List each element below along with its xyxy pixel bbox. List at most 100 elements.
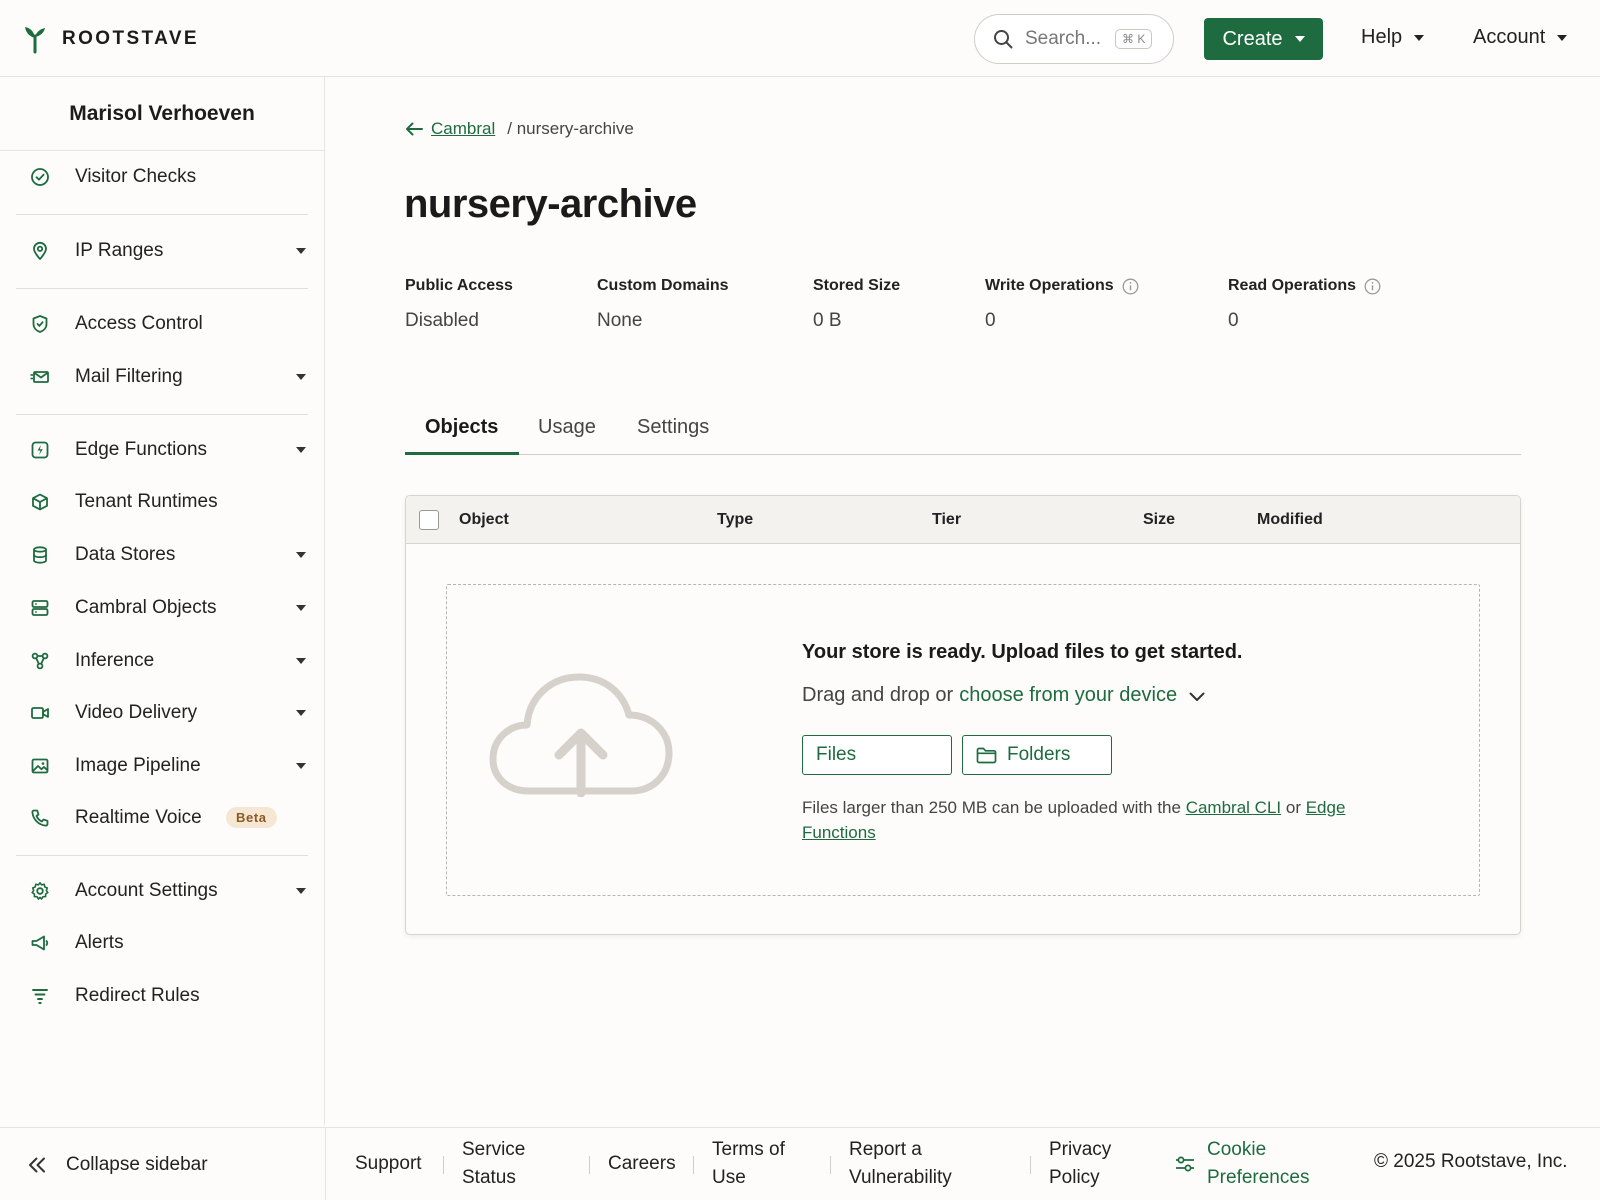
help-label: Help: [1361, 26, 1403, 48]
stat-value: None: [597, 310, 643, 331]
stat-value: Disabled: [405, 310, 479, 331]
stat-value: 0 B: [813, 310, 842, 331]
arrow-left-icon[interactable]: [405, 122, 423, 136]
sidebar-item-label: Image Pipeline: [75, 755, 201, 776]
info-icon[interactable]: [1364, 278, 1381, 295]
chevron-down-icon[interactable]: [1189, 692, 1205, 702]
footer-link-line: Privacy: [1049, 1139, 1112, 1160]
note-or: or: [1285, 798, 1301, 817]
column-header-size[interactable]: Size: [1143, 511, 1175, 529]
sidebar-item-video-delivery[interactable]: Video Delivery: [0, 691, 325, 735]
sidebar-item-label: IP Ranges: [75, 240, 164, 261]
choose-from-device-link[interactable]: choose from your device: [959, 684, 1177, 707]
footer-link-report-vulnerability[interactable]: Report a Vulnerability: [849, 1136, 952, 1192]
dropzone-subtext: Drag and drop or choose from your device: [802, 684, 1205, 707]
sidebar-item-label: Cambral Objects: [75, 597, 217, 618]
sidebar-item-label: Mail Filtering: [75, 366, 183, 387]
footer: Collapse sidebar Support Service Status …: [0, 1127, 1600, 1200]
sidebar-item-access-control[interactable]: Access Control: [0, 302, 325, 346]
brand-logo[interactable]: ROOTSTAVE: [24, 24, 199, 54]
sidebar-item-label: Video Delivery: [75, 702, 198, 723]
sidebar-item-label: Account Settings: [75, 880, 218, 901]
footer-separator: [589, 1156, 590, 1174]
column-header-tier[interactable]: Tier: [932, 511, 961, 529]
stat-label: Stored Size: [813, 277, 901, 294]
search-box[interactable]: Search... ⌘ K: [974, 14, 1174, 64]
table-header: Object Type Tier Size Modified: [406, 496, 1520, 544]
cookie-preferences-label: Cookie Preferences: [1207, 1136, 1309, 1192]
sidebar-divider: [16, 855, 308, 856]
footer-link-support[interactable]: Support: [355, 1150, 422, 1178]
folder-icon: [976, 747, 997, 764]
stat-stored-size: Stored Size 0 B: [813, 276, 900, 332]
footer-link-cookie-preferences[interactable]: Cookie Preferences: [1175, 1136, 1309, 1192]
tab-bar: Objects Usage Settings: [405, 400, 1521, 455]
caret-down-icon: [296, 710, 306, 716]
sprout-logo-icon: [24, 24, 46, 54]
footer-link-service-status[interactable]: Service Status: [462, 1136, 525, 1192]
gear-icon: [30, 881, 50, 901]
map-pin-icon: [30, 241, 50, 261]
footer-link-careers[interactable]: Careers: [608, 1150, 676, 1178]
caret-down-icon: [296, 552, 306, 558]
sidebar-item-label: Data Stores: [75, 544, 176, 565]
footer-link-line: Use: [712, 1167, 746, 1188]
upload-files-button[interactable]: Files: [802, 735, 952, 775]
footer-link-terms[interactable]: Terms of Use: [712, 1136, 785, 1192]
help-menu[interactable]: Help: [1361, 26, 1425, 49]
brand-name: ROOTSTAVE: [62, 28, 200, 49]
sidebar-item-label: Alerts: [75, 932, 124, 953]
stat-custom-domains: Custom Domains None: [597, 276, 729, 332]
sidebar-item-cambral-objects[interactable]: Cambral Objects: [0, 586, 325, 630]
tab-settings[interactable]: Settings: [637, 416, 709, 439]
sidebar-item-realtime-voice[interactable]: Realtime Voice Beta: [0, 796, 325, 840]
footer-divider: [325, 1128, 326, 1200]
sidebar-item-visitor-checks[interactable]: Visitor Checks: [0, 155, 325, 199]
dropzone-heading: Your store is ready. Upload files to get…: [802, 641, 1243, 663]
stat-label: Write Operations: [985, 277, 1114, 294]
sidebar-item-tenant-runtimes[interactable]: Tenant Runtimes: [0, 480, 325, 524]
page-title: nursery-archive: [404, 182, 697, 226]
column-header-object[interactable]: Object: [459, 511, 509, 529]
collapse-sidebar-button[interactable]: Collapse sidebar: [28, 1128, 208, 1200]
account-menu[interactable]: Account: [1473, 26, 1568, 49]
tab-objects[interactable]: Objects: [425, 416, 498, 439]
tab-usage[interactable]: Usage: [538, 416, 596, 439]
footer-link-line: Cookie: [1207, 1139, 1267, 1160]
stat-label: Custom Domains: [597, 277, 729, 294]
sidebar-item-account-settings[interactable]: Account Settings: [0, 869, 325, 913]
sidebar-item-inference[interactable]: Inference: [0, 639, 325, 683]
sidebar-item-redirect-rules[interactable]: Redirect Rules: [0, 974, 325, 1018]
search-icon: [993, 29, 1013, 49]
sidebar-item-edge-functions[interactable]: Edge Functions: [0, 428, 325, 472]
create-label: Create: [1222, 27, 1283, 50]
stat-write-operations: Write Operations 0: [985, 276, 1139, 332]
sidebar-item-alerts[interactable]: Alerts: [0, 921, 325, 965]
column-header-modified[interactable]: Modified: [1257, 511, 1323, 529]
sidebar-item-ip-ranges[interactable]: IP Ranges: [0, 229, 325, 273]
double-chevron-left-icon: [28, 1157, 46, 1173]
cloud-upload-icon: [489, 673, 673, 797]
select-all-checkbox[interactable]: [419, 510, 439, 530]
upload-folders-button[interactable]: Folders: [962, 735, 1112, 775]
cambral-cli-link[interactable]: Cambral CLI: [1186, 798, 1281, 817]
check-circle-icon: [30, 167, 50, 187]
sidebar-item-label: Inference: [75, 650, 155, 671]
sidebar-item-data-stores[interactable]: Data Stores: [0, 533, 325, 577]
sidebar-divider: [16, 414, 308, 415]
info-icon[interactable]: [1122, 278, 1139, 295]
footer-link-privacy-policy[interactable]: Privacy Policy: [1049, 1136, 1111, 1192]
upload-dropzone[interactable]: Your store is ready. Upload files to get…: [446, 584, 1480, 896]
sidebar-item-label: Access Control: [75, 313, 203, 334]
breadcrumb-parent-link[interactable]: Cambral: [431, 119, 495, 139]
collapse-sidebar-label: Collapse sidebar: [66, 1153, 208, 1175]
create-button[interactable]: Create: [1204, 18, 1323, 60]
sliders-icon: [1175, 1155, 1195, 1173]
sidebar-divider: [16, 288, 308, 289]
breadcrumb: Cambral / nursery-archive: [405, 119, 634, 139]
sidebar-item-mail-filtering[interactable]: Mail Filtering: [0, 355, 325, 399]
top-header: ROOTSTAVE Search... ⌘ K Create Help Acco…: [0, 0, 1600, 77]
sidebar-item-image-pipeline[interactable]: Image Pipeline: [0, 744, 325, 788]
sidebar-item-label: Tenant Runtimes: [75, 491, 218, 512]
column-header-type[interactable]: Type: [717, 511, 753, 529]
